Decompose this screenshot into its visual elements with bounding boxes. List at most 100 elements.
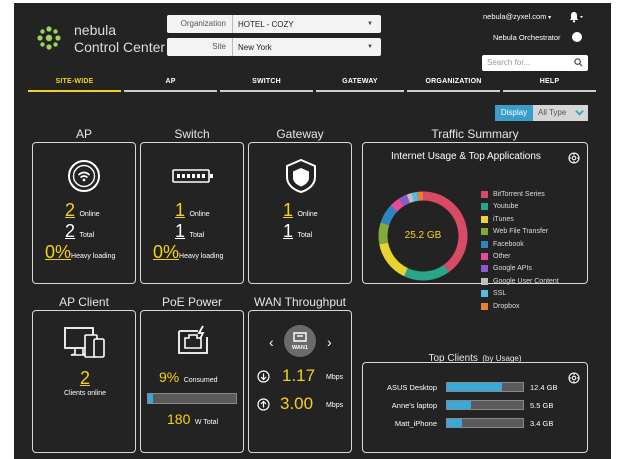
caret-down-icon: ▾ (546, 15, 552, 21)
legend-label: Dropbox (493, 302, 520, 310)
client-usage-bar (446, 418, 524, 428)
wan-upload-value: 3.00 (280, 394, 314, 413)
ap-client-count[interactable]: 2 (33, 368, 137, 389)
switch-heavy-value[interactable]: 0% (153, 242, 179, 262)
client-name[interactable]: ASUS Desktop (371, 383, 437, 392)
type-select[interactable]: All Type (533, 105, 588, 121)
gateway-online-count[interactable]: 1 (283, 200, 293, 220)
switch-total: 1 Total (175, 221, 204, 242)
ap-card[interactable]: 2 Online 2 Total 0%Heavy loading (32, 142, 136, 284)
wifi-icon (67, 159, 101, 198)
legend-label: Google APIs (493, 265, 532, 273)
tab-ap[interactable]: AP (124, 78, 217, 92)
legend-label: Facebook (493, 240, 524, 248)
chevron-down-icon: ▼ (367, 44, 373, 50)
legend-item[interactable]: Youtube (481, 203, 518, 211)
legend-item[interactable]: BitTorrent Series (481, 191, 545, 198)
gateway-total-label: Total (297, 232, 313, 239)
gateway-card[interactable]: 1 Online 1 Total (248, 142, 352, 284)
client-usage-value: 12.4 GB (530, 383, 558, 392)
legend-item[interactable]: Web File Transfer (481, 228, 548, 236)
legend-item[interactable]: Google APIs (481, 265, 532, 273)
tab-organization[interactable]: ORGANIZATION (407, 78, 500, 92)
traffic-summary-card: Internet Usage & Top Applications 25.2 G… (362, 142, 588, 310)
user-menu[interactable]: nebula@zyxel.com ▾ (483, 12, 551, 21)
ap-client-card[interactable]: 2 Clients online (32, 310, 136, 453)
user-email: nebula@zyxel.com (483, 12, 547, 21)
search-placeholder: Search for... (487, 58, 531, 67)
tab-site-wide[interactable]: SITE-WIDE (28, 78, 121, 92)
tab-help[interactable]: HELP (503, 78, 596, 92)
chevron-right-icon[interactable]: › (327, 334, 332, 350)
display-button[interactable]: Display (495, 105, 533, 121)
legend-item[interactable]: Facebook (481, 240, 524, 248)
client-name[interactable]: Matt_iPhone (371, 419, 437, 428)
ap-heavy-value[interactable]: 0% (45, 242, 71, 262)
settings-icon[interactable] (568, 371, 580, 389)
donut-slice-6[interactable] (399, 194, 411, 207)
legend-item[interactable]: SSL (481, 290, 507, 298)
gateway-online-label: Online (297, 211, 318, 218)
ap-client-title: AP Client (59, 295, 109, 309)
donut-slice-5[interactable] (390, 198, 405, 212)
legend-item[interactable]: Dropbox (481, 302, 520, 310)
wan-throughput-title: WAN Throughput (253, 295, 347, 309)
switch-online: 1 Online (175, 200, 210, 221)
poe-usage-bar (147, 393, 237, 404)
chevron-left-icon[interactable]: ‹ (269, 334, 274, 350)
ap-heavy: 0%Heavy loading (45, 242, 115, 263)
wan-download-unit: Mbps (326, 374, 344, 381)
wan-throughput-card: ‹ WAN1 › 1.17 Mbps 3.00 Mbps (248, 310, 352, 453)
ap-online-label: Online (79, 211, 100, 218)
switch-card[interactable]: 1 Online 1 Total 0%Heavy loading (140, 142, 244, 284)
settings-icon[interactable] (568, 151, 580, 169)
site-value: New York (238, 42, 272, 52)
client-usage-fill (447, 383, 502, 391)
client-usage-value: 5.5 GB (530, 401, 554, 410)
legend-swatch (481, 203, 488, 211)
client-usage-value: 3.4 GB (530, 419, 554, 428)
legend-swatch (481, 290, 488, 298)
legend-item[interactable]: iTunes (481, 215, 514, 223)
legend-item[interactable]: Other (481, 253, 511, 260)
poe-power-card[interactable]: 9% Consumed 180 W Total (140, 310, 244, 453)
legend-label: SSL (493, 290, 507, 298)
ap-title: AP (75, 127, 92, 141)
poe-usage-fill (148, 394, 154, 403)
switch-total-count: 1 (175, 221, 186, 241)
tab-switch[interactable]: SWITCH (220, 78, 313, 92)
donut-slice-2[interactable] (379, 242, 409, 277)
organization-value: HOTEL - COZY (238, 19, 294, 29)
legend-item[interactable]: Google User Content (481, 277, 559, 285)
organization-select[interactable]: Organization HOTEL - COZY ▼ (167, 15, 381, 33)
poe-total: 180 W Total (167, 411, 218, 429)
type-value: All Type (538, 108, 567, 117)
donut-slice-4[interactable] (380, 205, 398, 226)
tab-gateway[interactable]: GATEWAY (316, 78, 404, 92)
site-select[interactable]: Site New York ▼ (167, 38, 381, 56)
client-name[interactable]: Anne's laptop (371, 401, 437, 410)
dashboard: nebula Control Center Organization HOTEL… (14, 3, 611, 459)
client-usage-bar (446, 400, 524, 410)
site-label: Site (167, 38, 233, 56)
power-port-icon (176, 325, 210, 360)
donut-slice-7[interactable] (406, 192, 415, 204)
search-input[interactable]: Search for... (482, 55, 588, 71)
switch-title: Switch (174, 127, 210, 141)
ap-online: 2 Online (65, 200, 100, 221)
poe-total-label: W Total (194, 419, 219, 426)
legend-label: Google User Content (493, 277, 559, 285)
shield-icon (284, 158, 318, 199)
devices-icon (63, 325, 107, 366)
switch-online-count[interactable]: 1 (175, 200, 185, 220)
orchestrator-toggle[interactable] (572, 32, 582, 42)
usage-total: 25.2 GB (404, 230, 442, 241)
ap-heavy-label: Heavy loading (71, 253, 116, 260)
legend-swatch (481, 228, 488, 236)
donut-slice-8[interactable] (411, 191, 419, 202)
bell-icon[interactable] (568, 10, 584, 23)
gateway-online: 1 Online (283, 200, 318, 221)
logo-icon (36, 25, 62, 51)
ap-online-count[interactable]: 2 (65, 200, 75, 220)
donut-slice-1[interactable] (404, 264, 450, 281)
